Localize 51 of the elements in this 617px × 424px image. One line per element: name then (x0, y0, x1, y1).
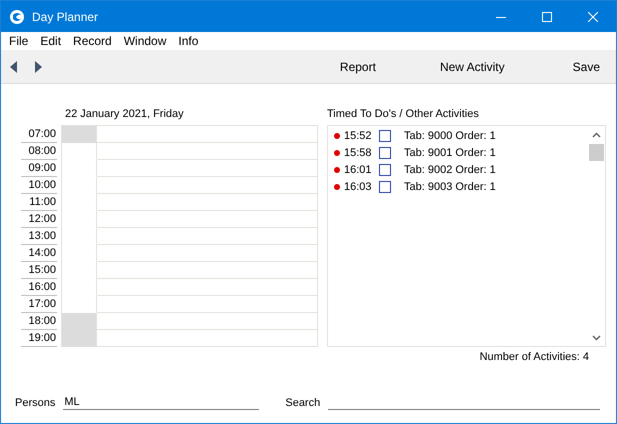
hour-label: 19:00 (21, 330, 57, 347)
hour-label: 08:00 (21, 143, 57, 160)
hour-label: 14:00 (21, 245, 57, 262)
checkbox[interactable] (379, 130, 391, 142)
date-label: 22 January 2021, Friday (65, 108, 185, 122)
activity-text[interactable]: Tab: 9002 Order: 1 (404, 164, 496, 176)
activity-text[interactable]: Tab: 9003 Order: 1 (404, 180, 496, 192)
activity-time: 15:58 (344, 146, 373, 158)
hour-label: 09:00 (21, 160, 57, 177)
menu-item[interactable]: Info (172, 34, 204, 48)
time-slot[interactable] (62, 330, 97, 347)
checkbox[interactable] (379, 146, 391, 158)
maximize-icon (542, 12, 552, 22)
right-arrow-icon (35, 60, 42, 72)
hour-label: 10:00 (21, 177, 57, 194)
left-arrow-icon (10, 60, 17, 72)
checkbox[interactable] (379, 164, 391, 176)
scroll-down-icon (592, 335, 601, 341)
hour-label: 18:00 (21, 313, 57, 330)
window-title: Day Planner (32, 10, 100, 24)
scroll-up-icon (592, 132, 601, 138)
toolbar-button[interactable]: Report (336, 58, 380, 76)
time-slot[interactable] (62, 126, 97, 143)
field-label: Persons (15, 396, 56, 410)
activity-text[interactable]: Tab: 9001 Order: 1 (404, 146, 496, 158)
list-title: Timed To Do's / Other Activities (327, 108, 480, 122)
hour-label: 12:00 (21, 211, 57, 228)
activity-time: 15:52 (344, 130, 373, 142)
activity-text[interactable]: Tab: 9000 Order: 1 (404, 130, 496, 142)
menu-item[interactable]: File (3, 34, 34, 48)
toolbar-button[interactable]: New Activity (436, 58, 509, 76)
hour-label: 13:00 (21, 228, 57, 245)
menu-item[interactable]: Record (67, 34, 118, 48)
toolbar-button[interactable]: Save (568, 58, 604, 76)
hour-label: 15:00 (21, 262, 57, 279)
app-icon (9, 8, 25, 24)
activity-time: 16:03 (344, 180, 373, 192)
menu-item[interactable]: Window (118, 34, 172, 48)
hour-label: 07:00 (21, 126, 57, 143)
field-label: Search (285, 396, 320, 410)
time-slot[interactable] (62, 313, 97, 330)
hour-label: 16:00 (21, 279, 57, 296)
close-icon (588, 12, 598, 22)
persons-field[interactable]: ML (63, 395, 260, 410)
hour-label: 11:00 (21, 194, 57, 211)
activity-count: Number of Activities: 4 (478, 351, 589, 363)
activity-time: 16:01 (344, 164, 373, 176)
scroll-thumb[interactable] (589, 144, 604, 161)
hour-label: 17:00 (21, 296, 57, 313)
menu-item[interactable]: Edit (34, 34, 68, 48)
checkbox[interactable] (379, 180, 391, 192)
